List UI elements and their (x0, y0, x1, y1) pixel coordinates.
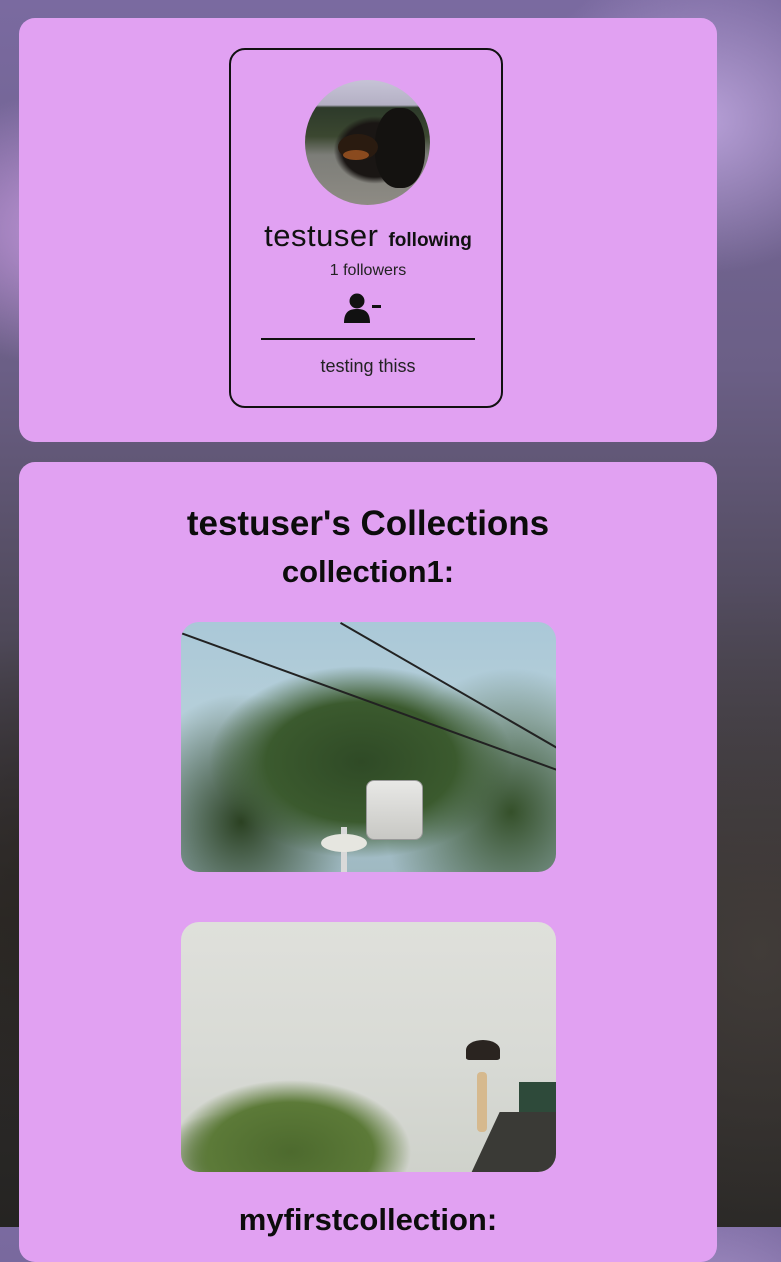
avatar-dog-marking (343, 150, 369, 160)
profile-box: testuser following 1 followers testing th… (229, 48, 503, 408)
profile-bio: testing thiss (320, 356, 416, 376)
username-row: testuser following (231, 218, 505, 254)
username: testuser (264, 218, 379, 253)
collection-name: myfirstcollection: (238, 1202, 498, 1237)
avatar-dog-ear (375, 108, 425, 188)
collection-photo[interactable] (181, 622, 556, 872)
photo-gondola (366, 780, 423, 840)
photo-cable (181, 632, 556, 778)
collection-photo[interactable] (181, 922, 556, 1172)
unfollow-button[interactable] (343, 292, 383, 324)
user-minus-icon (344, 293, 381, 323)
follow-status: following (388, 230, 472, 251)
photo-cable (340, 622, 556, 754)
collections-card: testuser's Collections collection1: myfi… (19, 462, 717, 1262)
collections-title: testuser's Collections (186, 504, 550, 543)
photo-person (477, 1072, 487, 1132)
photo-bird (466, 1040, 500, 1060)
followers-count: 1 followers (329, 262, 407, 279)
avatar (305, 80, 430, 205)
collection-name: collection1: (281, 554, 455, 589)
photo-lamp-head (321, 834, 367, 852)
profile-divider (261, 338, 475, 340)
profile-card: testuser following 1 followers testing th… (19, 18, 717, 442)
